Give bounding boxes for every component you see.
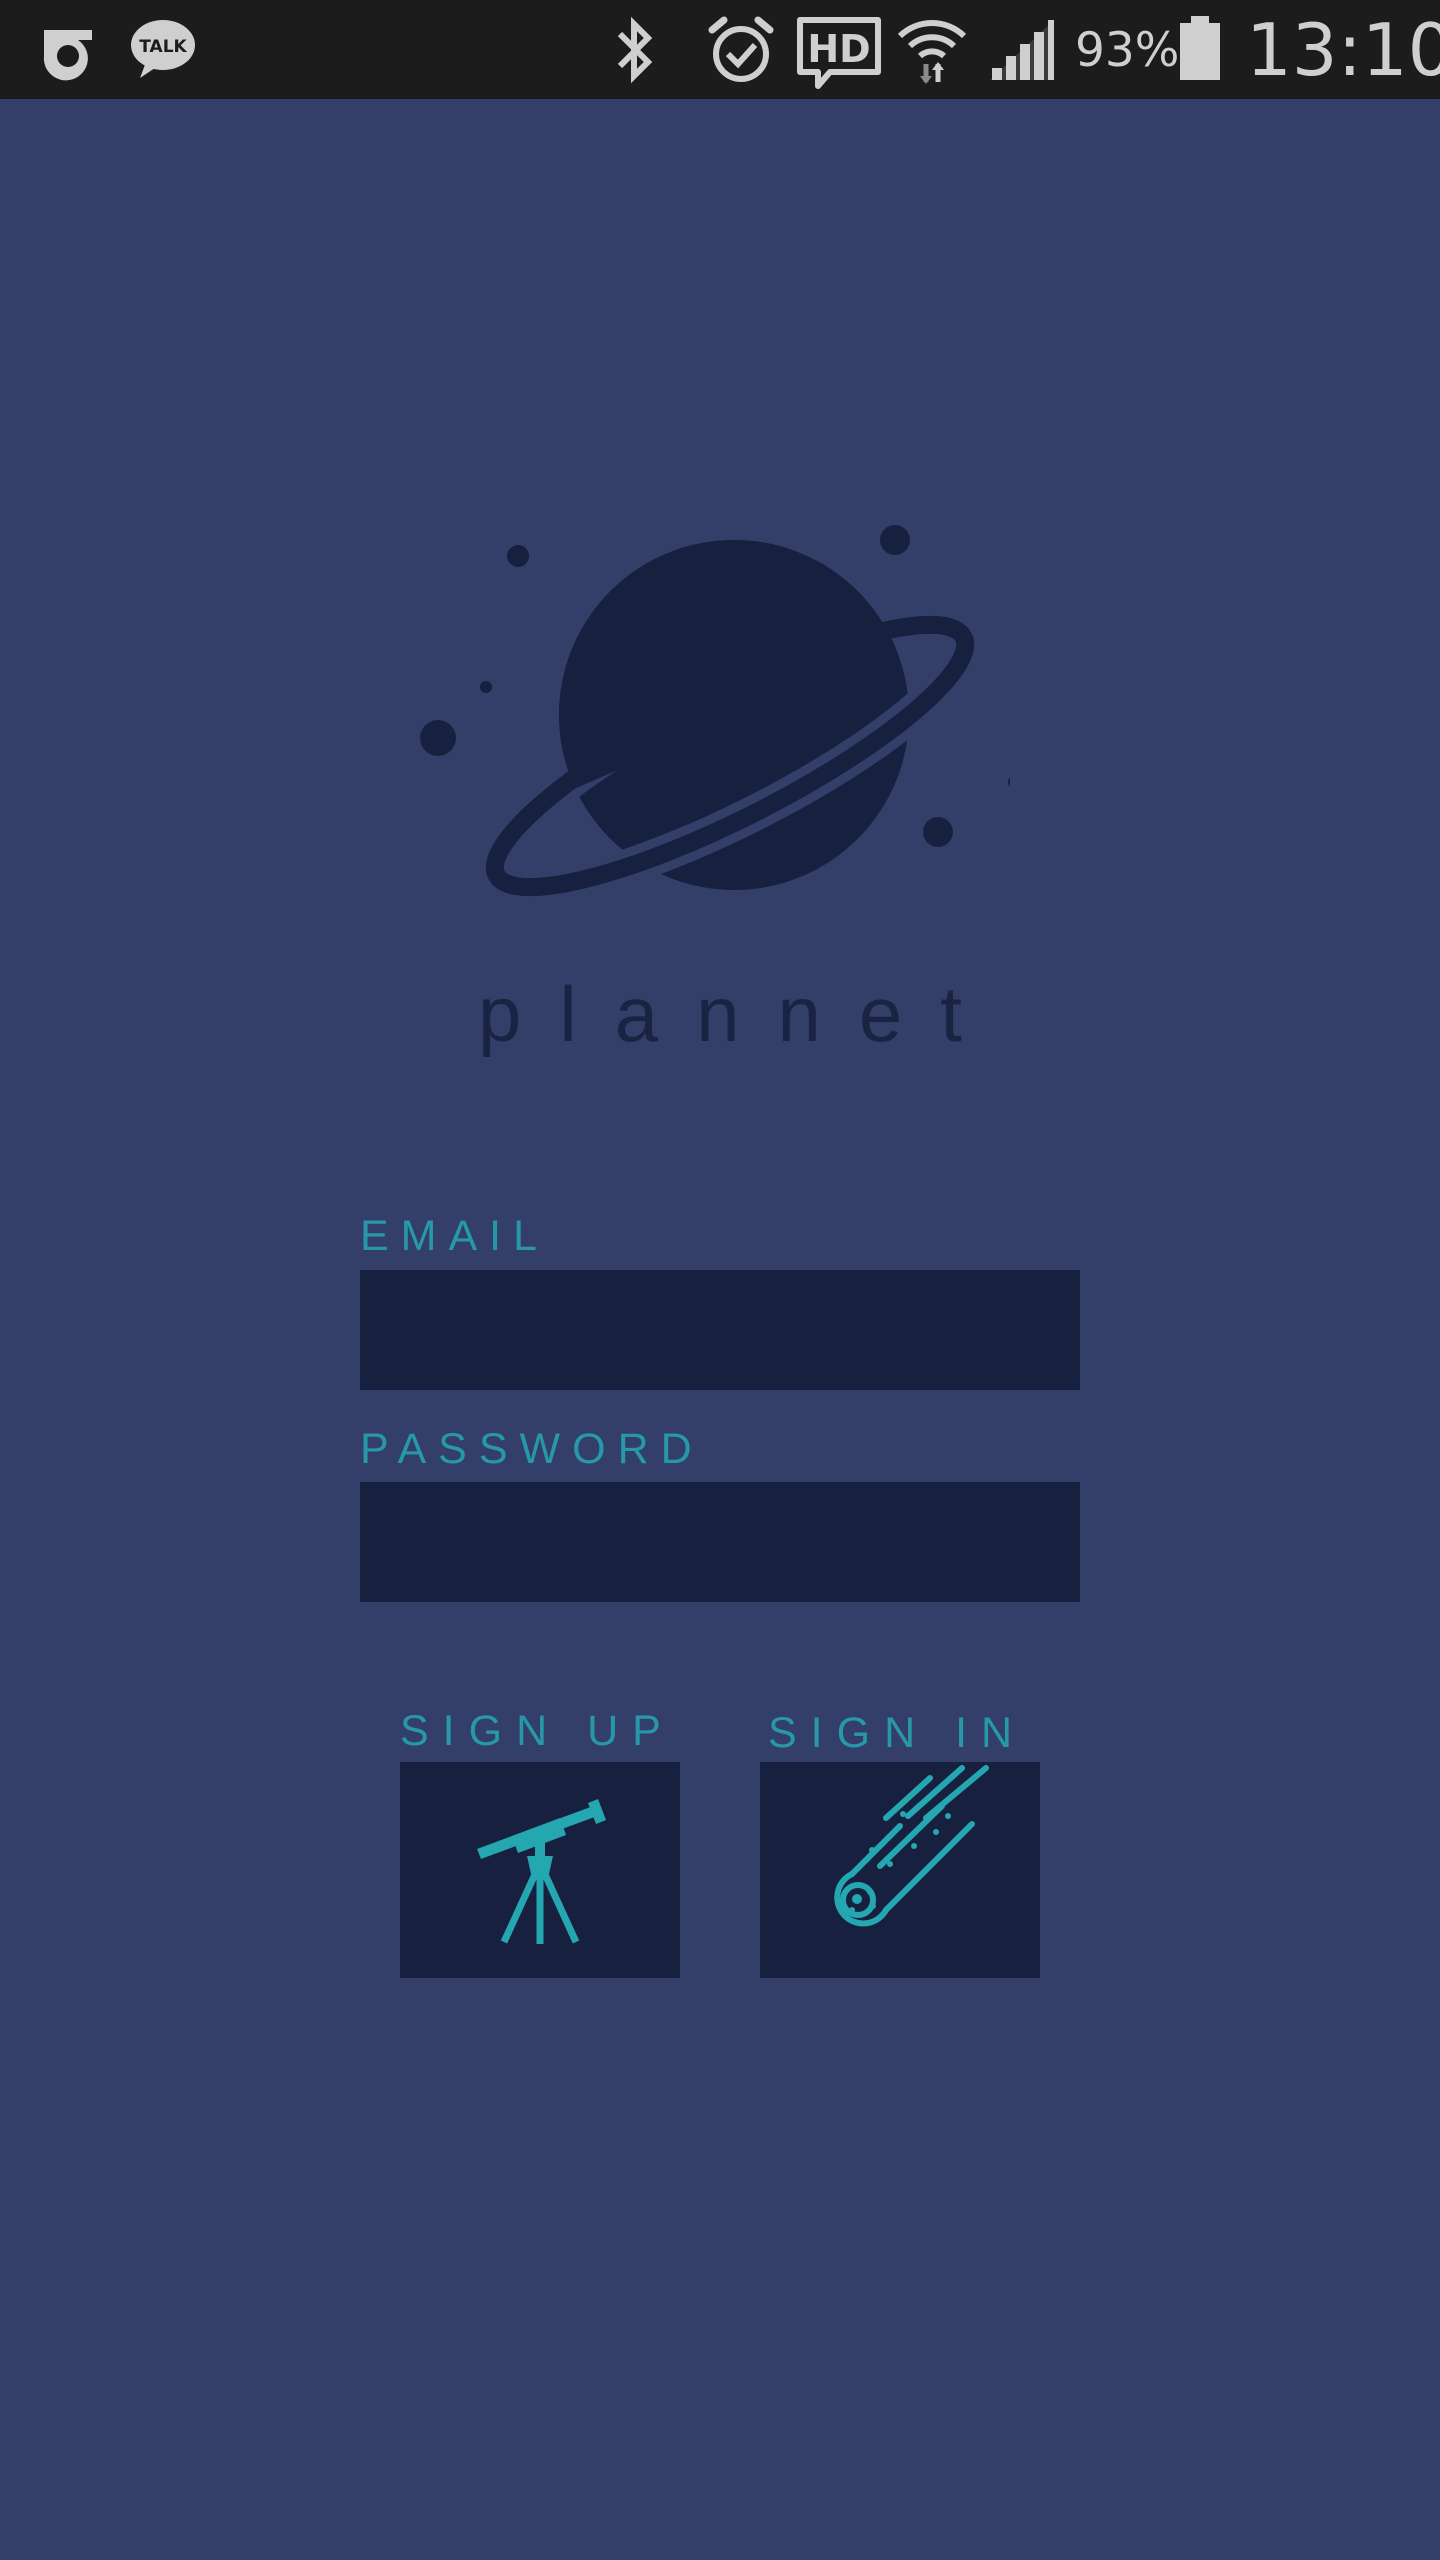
battery-icon <box>1180 16 1220 80</box>
email-label: EMAIL <box>360 1212 550 1260</box>
signin-label: SIGN IN <box>768 1709 1027 1757</box>
password-label: PASSWORD <box>360 1425 704 1473</box>
planet-logo-icon <box>420 525 1010 906</box>
battery-percent: 93% <box>1075 23 1180 78</box>
bluetooth-icon <box>617 16 653 84</box>
signup-label: SIGN UP <box>400 1707 675 1755</box>
status-clock: 13:10 <box>1246 8 1440 92</box>
signal-icon <box>990 20 1054 80</box>
wifi-icon <box>897 20 967 84</box>
kakaotalk-icon: TALK <box>131 20 195 78</box>
sign-up-button[interactable] <box>400 1762 680 1978</box>
hd-voice-icon: HD <box>797 17 881 89</box>
status-bar: TALK HD 93% 13:10 <box>0 0 1440 99</box>
talk-icon-text: TALK <box>139 37 187 57</box>
alarm-icon <box>708 16 774 82</box>
brand-name: plannet <box>478 970 1000 1058</box>
olleh-icon <box>43 30 92 81</box>
comet-icon <box>834 1765 989 1927</box>
sign-in-button[interactable] <box>760 1762 1040 1978</box>
hd-icon-text: HD <box>807 27 870 71</box>
telescope-icon <box>477 1799 606 1944</box>
email-field[interactable] <box>360 1270 1080 1390</box>
password-field[interactable] <box>360 1482 1080 1602</box>
